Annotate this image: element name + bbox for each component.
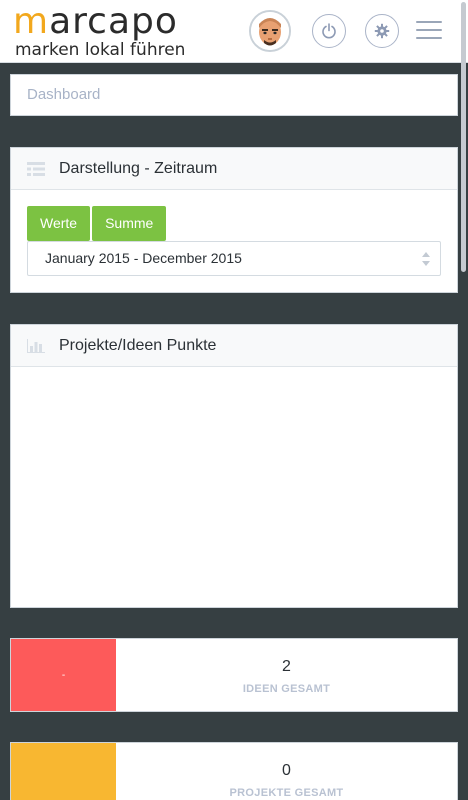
scrollbar-thumb[interactable] xyxy=(461,2,466,272)
bar-chart-icon xyxy=(27,338,45,353)
gear-icon xyxy=(374,23,390,39)
punkte-chart-area xyxy=(11,367,457,607)
marcapo-logo[interactable]: marcapo marken lokal führen xyxy=(13,2,188,62)
avatar-face-icon xyxy=(251,12,289,50)
panel-title: Projekte/Ideen Punkte xyxy=(59,336,217,354)
stat-color-swatch: - xyxy=(11,639,116,711)
date-range-value: January 2015 - December 2015 xyxy=(45,250,242,266)
select-arrows-icon xyxy=(422,252,430,266)
stat-color-swatch xyxy=(11,743,116,800)
punkte-panel-header: Projekte/Ideen Punkte xyxy=(11,325,457,367)
stat-info: 0 PROJEKTE GESAMT xyxy=(116,743,457,800)
stat-label: PROJEKTE GESAMT xyxy=(229,787,344,799)
stat-label: IDEEN GESAMT xyxy=(242,683,331,695)
panel-title: Darstellung - Zeitraum xyxy=(59,159,218,177)
logout-button[interactable] xyxy=(312,14,346,48)
settings-button[interactable] xyxy=(365,14,399,48)
logo-wordmark: marcapo xyxy=(13,1,178,42)
hamburger-menu-icon[interactable] xyxy=(416,21,442,41)
stat-info: 2 IDEEN GESAMT xyxy=(116,639,457,711)
breadcrumb: Dashboard xyxy=(10,74,458,116)
stat-value: 0 xyxy=(282,762,291,779)
page-scrollbar[interactable] xyxy=(461,0,467,800)
stat-card-projekte: 0 PROJEKTE GESAMT xyxy=(10,742,458,800)
summe-button[interactable]: Summe xyxy=(92,206,167,241)
stat-card-ideen: - 2 IDEEN GESAMT xyxy=(10,638,458,712)
stat-swatch-text: - xyxy=(61,669,66,681)
power-icon xyxy=(322,23,336,39)
werte-button[interactable]: Werte xyxy=(27,206,91,241)
projekte-ideen-panel: Projekte/Ideen Punkte xyxy=(10,324,458,608)
breadcrumb-dashboard[interactable]: Dashboard xyxy=(27,86,100,103)
top-header: marcapo marken lokal führen xyxy=(0,0,468,63)
stat-value: 2 xyxy=(282,658,291,675)
user-avatar[interactable] xyxy=(249,10,291,52)
logo-tagline: marken lokal führen xyxy=(15,40,186,60)
date-range-select[interactable]: January 2015 - December 2015 xyxy=(27,241,441,276)
mode-button-group: Werte Summe xyxy=(27,206,168,241)
list-icon xyxy=(27,161,45,176)
zeitraum-panel-header: Darstellung - Zeitraum xyxy=(11,148,457,190)
zeitraum-panel: Darstellung - Zeitraum Werte Summe Januar… xyxy=(10,147,458,293)
